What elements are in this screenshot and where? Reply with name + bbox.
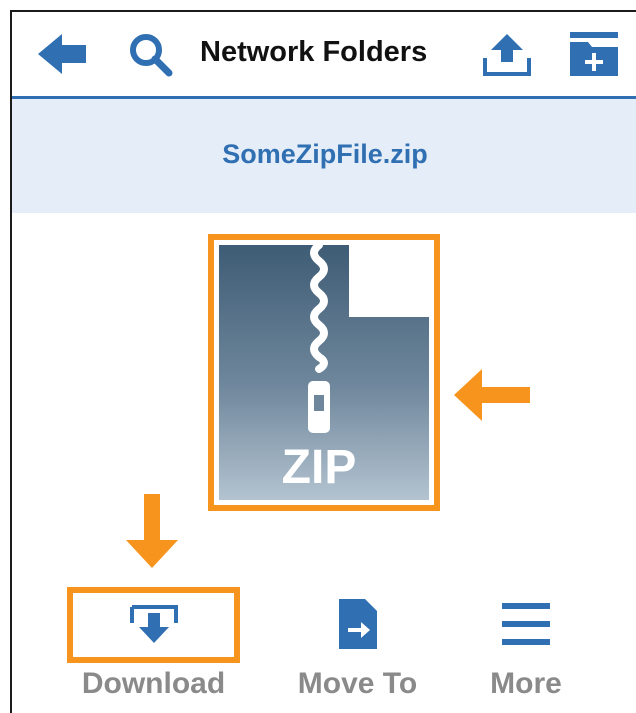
more-button[interactable]: More [470,587,582,709]
download-icon [130,605,178,643]
move-to-button[interactable]: Move To [280,587,435,709]
page-title: Network Folders [200,36,428,68]
back-arrow-icon[interactable] [36,32,88,76]
app-window: Network Folders SomeZipFile.zip ZIP Down… [10,10,636,713]
move-to-icon [339,599,377,649]
move-to-label: Move To [297,667,418,700]
download-label: Download [81,667,226,700]
menu-icon [502,603,550,645]
new-folder-icon[interactable] [568,30,620,78]
zip-file-icon: ZIP [219,245,429,500]
more-label: More [490,667,562,700]
search-icon[interactable] [126,30,174,78]
zip-label: ZIP [282,441,357,494]
pointer-arrow-left-icon [454,369,530,421]
file-name: SomeZipFile.zip [222,139,428,169]
toolbar: Network Folders [12,12,636,99]
pointer-arrow-down-icon [126,494,178,568]
zip-file-thumbnail[interactable]: ZIP [208,234,440,511]
file-name-banner: SomeZipFile.zip [12,99,636,213]
upload-icon[interactable] [482,32,532,78]
download-button[interactable]: Download [67,587,240,709]
